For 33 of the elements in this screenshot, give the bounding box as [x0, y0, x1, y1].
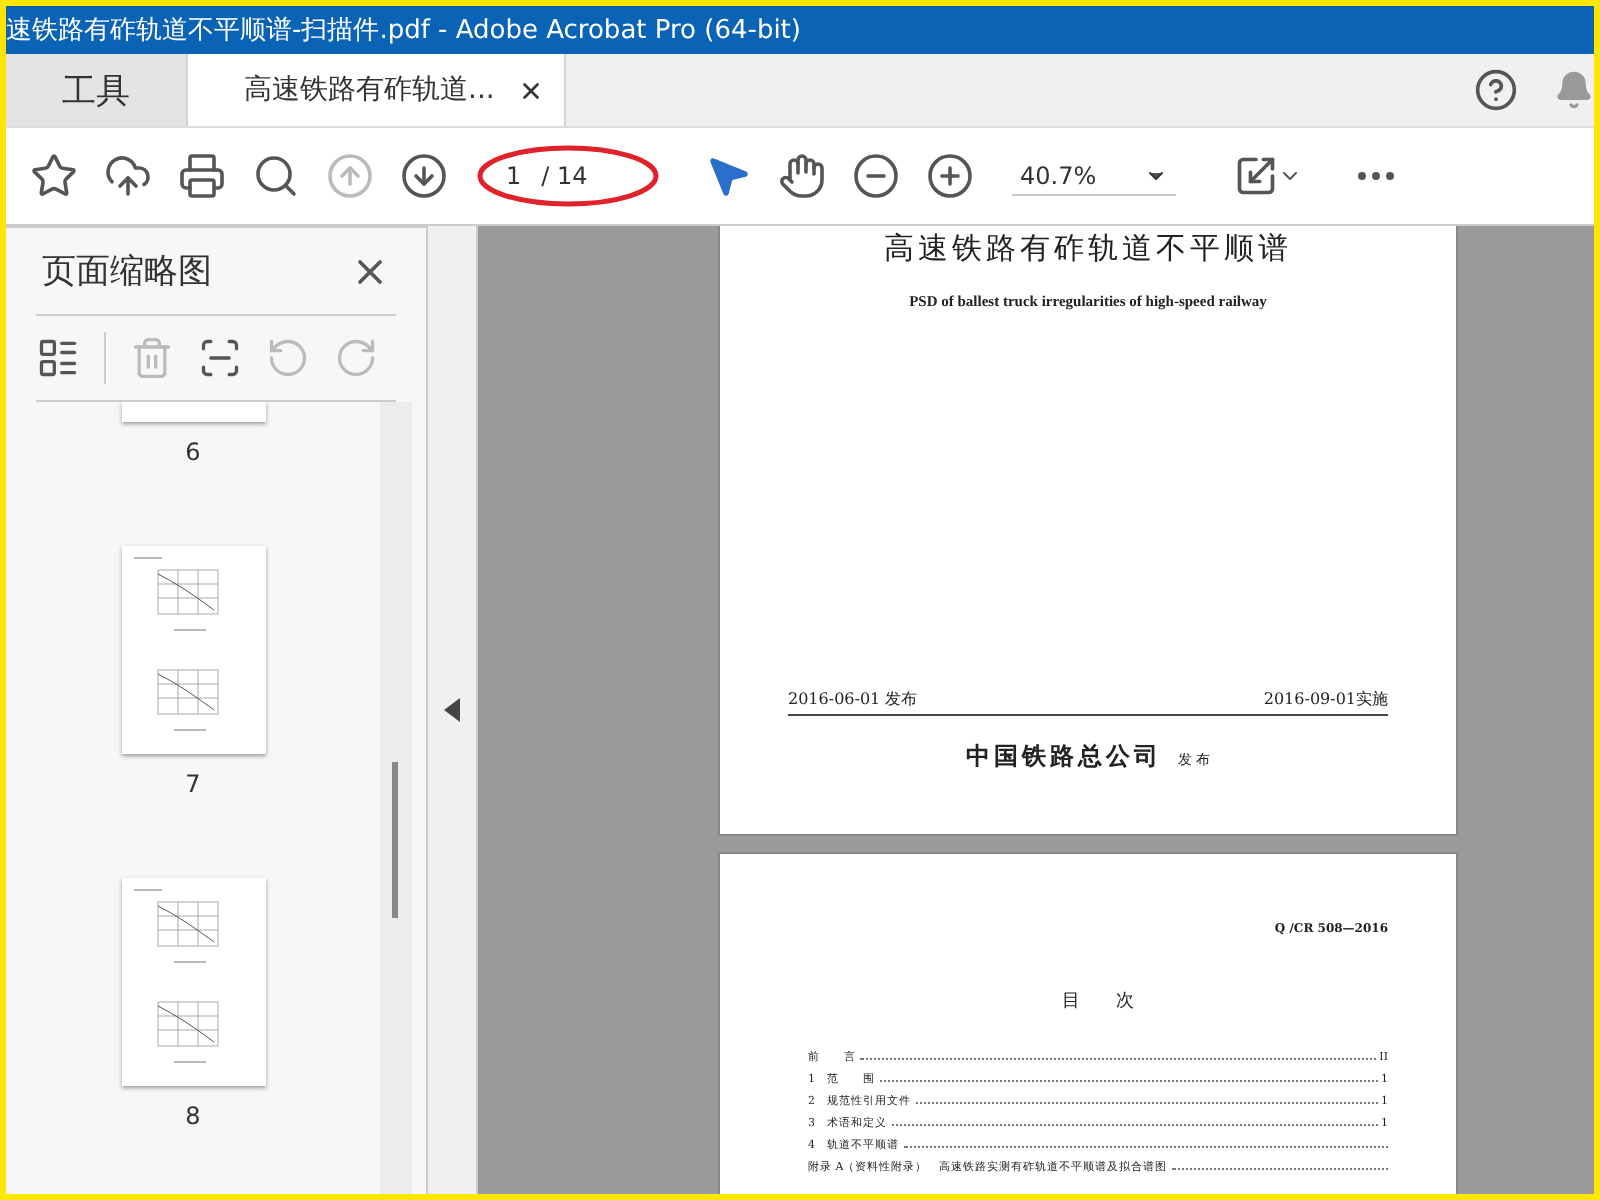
cloud-upload-icon[interactable]: [104, 152, 152, 200]
window-title: 速铁路有砟轨道不平顺谱-扫描件.pdf - Adobe Acrobat Pro (64-bit): [6, 14, 801, 48]
search-icon[interactable]: [252, 152, 300, 200]
down-arrow-icon[interactable]: [400, 152, 448, 200]
hand-icon[interactable]: [778, 152, 826, 200]
contents-heading: 目 次: [1060, 989, 1136, 1014]
page-number: 7: [185, 770, 201, 798]
issue-date: 2016-06-01 发布: [788, 688, 918, 710]
scan-icon[interactable]: [198, 336, 242, 380]
minus-circle-icon[interactable]: [852, 152, 900, 200]
page-total: / 14: [541, 162, 588, 190]
page-thumbnail[interactable]: [121, 546, 265, 754]
effective-date: 2016-09-01实施: [1263, 688, 1388, 710]
list-icon[interactable]: [36, 336, 80, 380]
page-thumbnail[interactable]: [121, 878, 265, 1086]
tab[interactable]: 高速铁路有砟轨道...: [188, 54, 567, 126]
left-triangle-icon[interactable]: [444, 698, 460, 722]
page-number: 6: [185, 438, 201, 466]
panel-title: 页面缩略图: [42, 250, 212, 294]
publisher: 中国铁路总公司: [965, 740, 1162, 774]
document-title: 高速铁路有砟轨道不平顺谱: [882, 230, 1294, 268]
printer-icon[interactable]: [178, 152, 226, 200]
close-icon[interactable]: [518, 77, 545, 103]
plus-circle-icon[interactable]: [926, 152, 974, 200]
pointer-icon[interactable]: [704, 152, 752, 200]
page-fit-icon[interactable]: [1234, 154, 1303, 198]
scrollbar[interactable]: [380, 402, 412, 1194]
page-thumbnail[interactable]: [121, 402, 265, 422]
page-number-field[interactable]: 1: [506, 162, 522, 190]
star-icon[interactable]: [30, 152, 78, 200]
zoom-field[interactable]: 40.7%: [1012, 157, 1177, 195]
page-number: 8: [185, 1102, 201, 1130]
tab[interactable]: 工具: [6, 54, 188, 126]
